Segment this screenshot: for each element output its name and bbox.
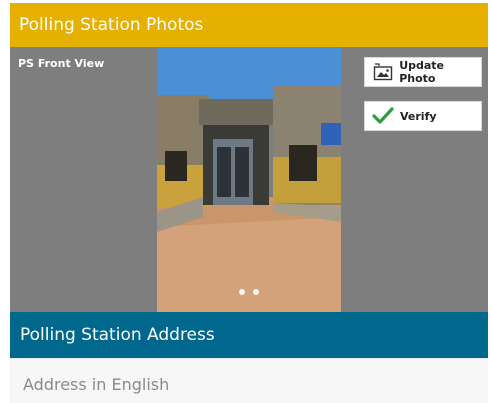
address-english-placeholder: Address in English <box>23 375 170 394</box>
carousel-dot[interactable] <box>253 289 259 295</box>
checkmark-icon <box>372 106 394 126</box>
photos-section-title: Polling Station Photos <box>19 15 204 35</box>
address-section-header: Polling Station Address <box>10 312 488 358</box>
update-photo-label: Update Photo <box>399 59 445 85</box>
polling-station-photo[interactable] <box>157 47 341 312</box>
photos-section-header: Polling Station Photos <box>10 3 488 47</box>
photo-carousel[interactable]: PS Front View Update Photo Verify <box>10 47 488 312</box>
address-english-field[interactable]: Address in English <box>10 358 488 403</box>
address-section-title: Polling Station Address <box>20 325 215 345</box>
carousel-dot-active[interactable] <box>239 289 245 295</box>
polling-station-card: Polling Station Photos PS Front View Upd… <box>10 3 488 403</box>
image-edit-icon <box>372 62 393 82</box>
verify-button[interactable]: Verify <box>364 101 482 131</box>
update-photo-button[interactable]: Update Photo <box>364 57 482 87</box>
photo-label: PS Front View <box>18 57 105 70</box>
verify-label: Verify <box>400 109 437 123</box>
